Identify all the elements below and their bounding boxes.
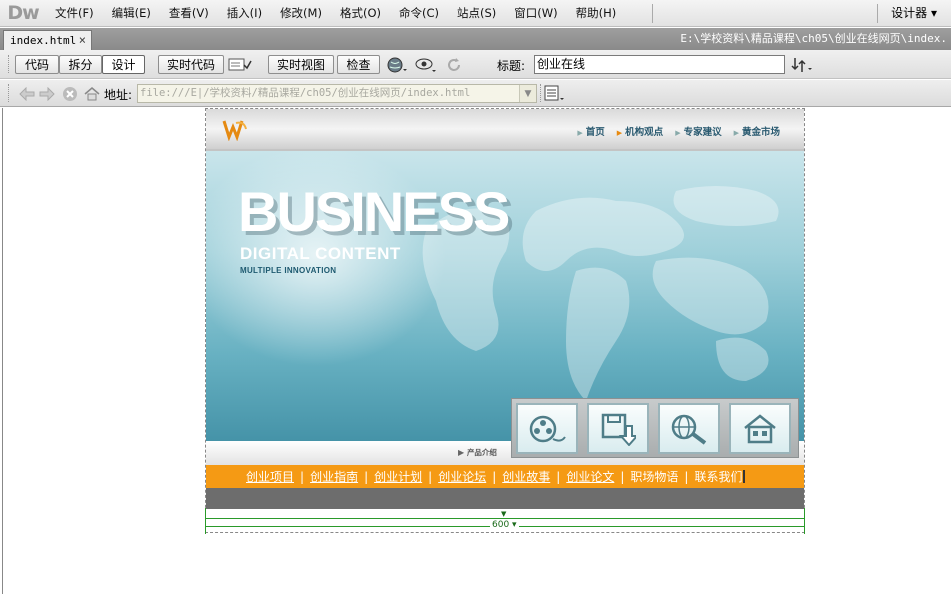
refresh-icon[interactable] [445, 56, 463, 74]
toolbar-grip[interactable] [8, 55, 10, 73]
site-nav-gold[interactable]: 黄金市场 [734, 124, 780, 138]
design-canvas[interactable]: 首页 机构观点 专家建议 黄金市场 BU [2, 108, 951, 594]
menu-commands[interactable]: 命令(C) [390, 0, 448, 27]
hero-tagline: MULTIPLE INNOVATION [240, 266, 337, 275]
split-view-button[interactable]: 拆分 [59, 55, 102, 74]
site-nav-home[interactable]: 首页 [577, 124, 605, 138]
link-separator: | [684, 469, 689, 484]
title-input[interactable]: 创业在线 [534, 55, 785, 74]
app-logo: Dw [7, 2, 39, 24]
link-contact[interactable]: 联系我们 [694, 468, 742, 485]
page-table[interactable]: 首页 机构观点 专家建议 黄金市场 BU [205, 108, 805, 533]
live-code-button[interactable]: 实时代码 [158, 55, 224, 74]
design-view-button[interactable]: 设计 [102, 55, 145, 74]
ruler-edge [804, 508, 805, 534]
menu-edit[interactable]: 编辑(E) [103, 0, 160, 27]
link-forum[interactable]: 创业论坛 [438, 468, 486, 485]
menu-window[interactable]: 窗口(W) [505, 0, 566, 27]
live-view-button[interactable]: 实时视图 [268, 55, 334, 74]
inspect-button[interactable]: 检查 [337, 55, 380, 74]
text-cursor [743, 470, 746, 483]
link-papers[interactable]: 创业论文 [566, 468, 614, 485]
browser-options-icon[interactable] [544, 85, 566, 103]
link-guide[interactable]: 创业指南 [310, 468, 358, 485]
code-view-button[interactable]: 代码 [15, 55, 59, 74]
site-logo [222, 117, 248, 142]
document-tab[interactable]: index.html × [3, 30, 92, 50]
site-nav-experts[interactable]: 专家建议 [675, 124, 722, 138]
menu-help[interactable]: 帮助(H) [567, 0, 626, 27]
product-label[interactable]: 产品介绍 [458, 447, 497, 458]
link-separator: | [300, 469, 305, 484]
link-projects[interactable]: 创业项目 [246, 468, 294, 485]
hero-subtitle: DIGITAL CONTENT [240, 244, 401, 263]
link-separator: | [492, 469, 497, 484]
link-workplace[interactable]: 职场物语 [630, 468, 678, 485]
link-stories[interactable]: 创业故事 [502, 468, 550, 485]
menu-divider [877, 4, 878, 23]
forward-arrow-icon[interactable] [38, 85, 55, 102]
document-path: E:\学校资料\精品课程\ch05\创业在线网页\index. [680, 32, 947, 45]
download-save-icon[interactable] [587, 403, 649, 454]
toolbar-grip[interactable] [540, 84, 542, 102]
browser-preview-icon[interactable] [386, 56, 408, 74]
footer-bar [206, 488, 804, 509]
icon-panel [511, 398, 799, 458]
document-tab-label: index.html [10, 34, 77, 47]
table-width-ruler[interactable]: ▼ 600 ▾ [205, 508, 805, 534]
link-separator: | [428, 469, 433, 484]
dreamweaver-window: Dw 文件(F) 编辑(E) 查看(V) 插入(I) 修改(M) 格式(O) 命… [0, 0, 951, 594]
site-header: 首页 机构观点 专家建议 黄金市场 [206, 109, 804, 151]
link-separator: | [556, 469, 561, 484]
address-input[interactable]: file:///E|/学校资料/精品课程/ch05/创业在线网页/index.h… [137, 84, 537, 103]
visual-aids-icon[interactable] [414, 56, 438, 74]
address-toolbar: 地址: file:///E|/学校资料/精品课程/ch05/创业在线网页/ind… [0, 80, 951, 107]
menu-bar: Dw 文件(F) 编辑(E) 查看(V) 插入(I) 修改(M) 格式(O) 命… [0, 0, 951, 27]
file-management-icon[interactable] [228, 56, 252, 74]
menu-modify[interactable]: 修改(M) [271, 0, 331, 27]
document-toolbar: 代码 拆分 设计 实时代码 实时视图 检查 标题: 创业在线 [0, 50, 951, 79]
link-plan[interactable]: 创业计划 [374, 468, 422, 485]
menu-insert[interactable]: 插入(I) [218, 0, 271, 27]
table-width-label[interactable]: 600 ▾ [490, 520, 519, 530]
hero-title: BUSINESS [238, 180, 510, 243]
document-tab-bar: index.html × E:\学校资料\精品课程\ch05\创业在线网页\in… [0, 28, 951, 50]
link-bar: 创业项目 | 创业指南 | 创业计划 | 创业论坛 | 创业故事 | 创业论文 | 职场物语… [206, 465, 804, 488]
close-icon[interactable]: × [79, 33, 86, 47]
stop-icon[interactable] [61, 85, 78, 102]
ruler-edge [205, 508, 206, 534]
back-arrow-icon[interactable] [18, 85, 35, 102]
main-menu: 文件(F) 编辑(E) 查看(V) 插入(I) 修改(M) 格式(O) 命令(C… [46, 0, 625, 27]
menu-site[interactable]: 站点(S) [448, 0, 505, 27]
home-icon[interactable] [729, 403, 791, 454]
site-nav-views[interactable]: 机构观点 [617, 124, 663, 138]
toolbar-grip[interactable] [8, 84, 10, 102]
workspace-switcher[interactable]: 设计器 ▾ [891, 0, 937, 27]
check-compatibility-icon[interactable] [790, 56, 814, 74]
globe-search-icon[interactable] [658, 403, 720, 454]
site-nav: 首页 机构观点 专家建议 黄金市场 [577, 124, 780, 138]
film-reel-icon[interactable] [516, 403, 578, 454]
address-label: 地址: [104, 88, 133, 102]
ruler-line [205, 518, 805, 519]
menu-format[interactable]: 格式(O) [331, 0, 390, 27]
menu-divider [652, 4, 653, 23]
chevron-down-icon[interactable]: ▼ [519, 85, 536, 102]
home-icon[interactable] [83, 85, 100, 102]
chevron-down-icon[interactable]: ▼ [501, 510, 506, 518]
link-separator: | [364, 469, 369, 484]
menu-view[interactable]: 查看(V) [160, 0, 218, 27]
title-label: 标题: [497, 59, 526, 73]
link-separator: | [620, 469, 625, 484]
menu-file[interactable]: 文件(F) [46, 0, 103, 27]
